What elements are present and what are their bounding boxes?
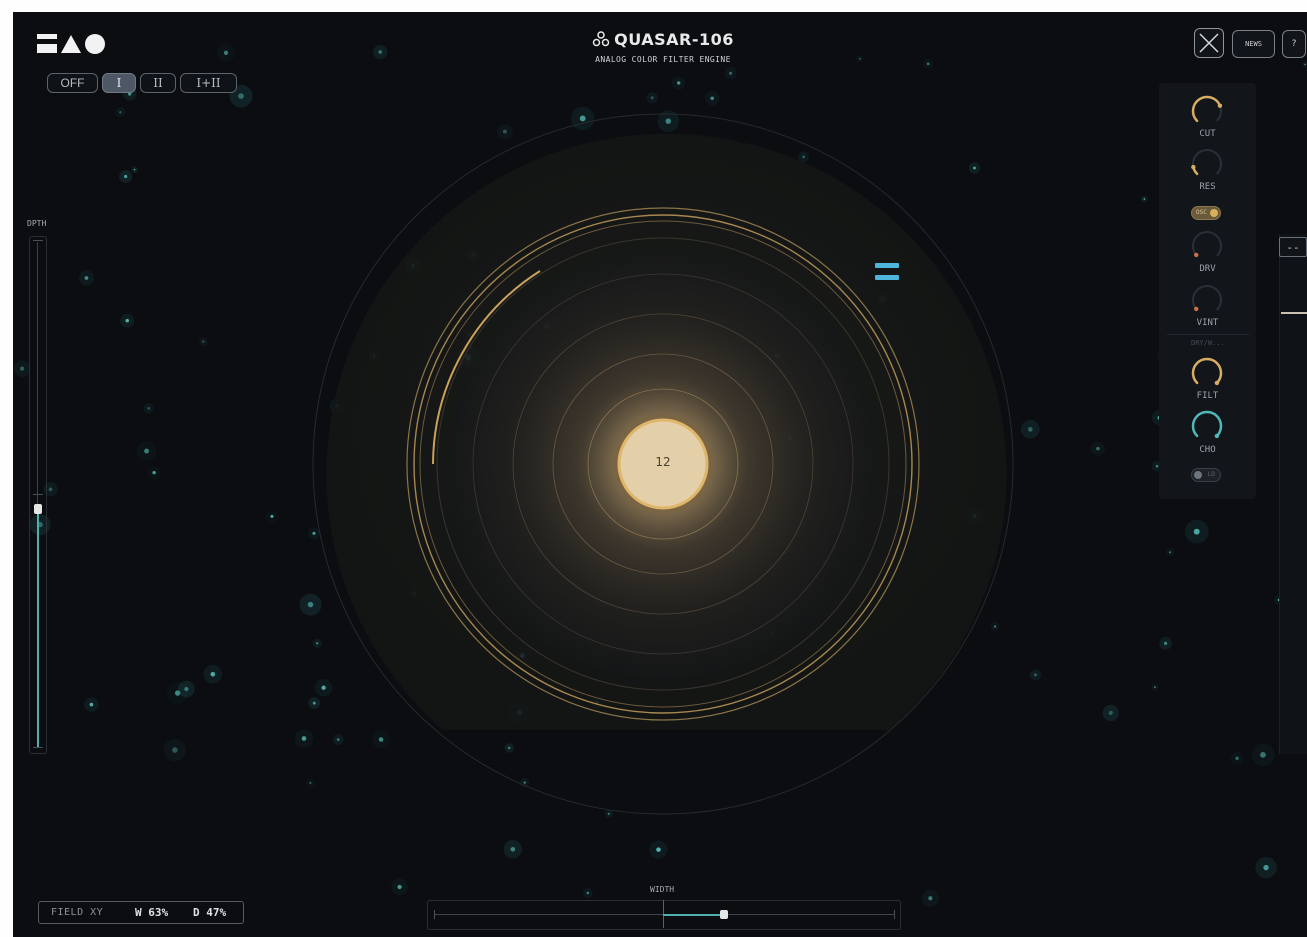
width-tick <box>894 910 895 919</box>
filter-knob-panel: CUT RES OSC DRV VINT DRY/W... FILT CHO L… <box>1159 83 1256 499</box>
dry-wet-label: DRY/W... <box>1191 339 1225 347</box>
vint-knob[interactable] <box>1189 282 1225 318</box>
help-button[interactable]: ? <box>1282 30 1306 58</box>
depth-tick <box>33 494 43 495</box>
knob-value-arc <box>1191 357 1223 385</box>
cho-knob-label: CHO <box>1199 445 1216 455</box>
knob-indicator <box>1194 252 1199 258</box>
filt-knob-label: FILT <box>1196 391 1219 401</box>
ld-toggle-knob <box>1194 471 1202 479</box>
title-row: QUASAR-106 <box>533 30 793 49</box>
knob-indicator <box>1217 103 1223 108</box>
app-subtitle: ANALOG COLOR FILTER ENGINE <box>595 55 731 64</box>
depth-tick <box>33 240 43 241</box>
depth-fill <box>37 509 39 747</box>
panel-divider <box>1167 334 1249 335</box>
width-tick <box>434 910 435 919</box>
ld-toggle[interactable]: LD <box>1191 468 1221 482</box>
equals-marker[interactable] <box>875 263 899 289</box>
width-slider-thumb[interactable] <box>720 910 728 919</box>
res-knob-label: RES <box>1199 182 1216 192</box>
news-button[interactable]: NEWS <box>1232 30 1275 58</box>
knob-value-arc <box>1191 410 1223 438</box>
depth-label: DPTH <box>27 219 47 228</box>
header: QUASAR-106 ANALOG COLOR FILTER ENGINE <box>533 30 793 64</box>
knob-track <box>1192 285 1222 311</box>
osc-toggle-label: OSC <box>1196 209 1207 216</box>
field-xy-label: FIELD XY <box>51 907 104 918</box>
mode-off-button[interactable]: OFF <box>47 73 98 93</box>
depth-slider-thumb[interactable] <box>34 504 42 514</box>
triskele-icon <box>592 31 610 47</box>
mode-ii-button[interactable]: II <box>140 73 176 93</box>
width-fill <box>663 914 724 916</box>
side-readout[interactable]: -- <box>1279 237 1307 257</box>
drv-knob[interactable] <box>1189 228 1225 264</box>
close-button[interactable] <box>1194 28 1224 58</box>
vint-knob-label: VINT <box>1196 318 1219 328</box>
knob-indicator <box>1194 306 1199 312</box>
app-title: QUASAR-106 <box>614 30 734 49</box>
knob-indicator <box>1214 380 1220 386</box>
field-depth-value: D 47% <box>193 906 227 919</box>
app-window: 12 OFF I II I+II QUASAR-106 ANALOG COLOR… <box>13 12 1307 937</box>
filter-visualizer[interactable] <box>13 12 1307 937</box>
filt-knob[interactable] <box>1189 355 1225 391</box>
depth-tick <box>33 747 43 748</box>
width-label: WIDTH <box>650 885 675 894</box>
cut-knob-label: CUT <box>1199 129 1216 139</box>
field-xy-readout: FIELD XY W 63% D 47% <box>38 901 244 924</box>
osc-toggle[interactable]: OSC <box>1191 206 1221 220</box>
core-value: 12 <box>655 455 671 469</box>
ld-toggle-label: LD <box>1207 471 1215 478</box>
drv-knob-label: DRV <box>1199 264 1216 274</box>
osc-toggle-knob <box>1210 209 1218 217</box>
cut-knob[interactable] <box>1189 93 1225 129</box>
field-width-value: W 63% <box>135 906 169 919</box>
close-icon <box>1199 33 1219 53</box>
cho-knob[interactable] <box>1189 408 1225 444</box>
mode-i-button[interactable]: I <box>102 73 136 93</box>
knob-track <box>1192 231 1222 257</box>
side-level-mark <box>1281 312 1307 314</box>
knob-indicator <box>1214 433 1220 439</box>
knob-indicator <box>1191 164 1196 170</box>
mode-selector: OFF I II I+II <box>47 73 237 93</box>
mode-i-ii-button[interactable]: I+II <box>180 73 237 93</box>
knob-track <box>1192 149 1222 175</box>
res-knob[interactable] <box>1189 146 1225 182</box>
knob-value-arc <box>1191 95 1222 123</box>
brand-logo <box>37 34 105 54</box>
